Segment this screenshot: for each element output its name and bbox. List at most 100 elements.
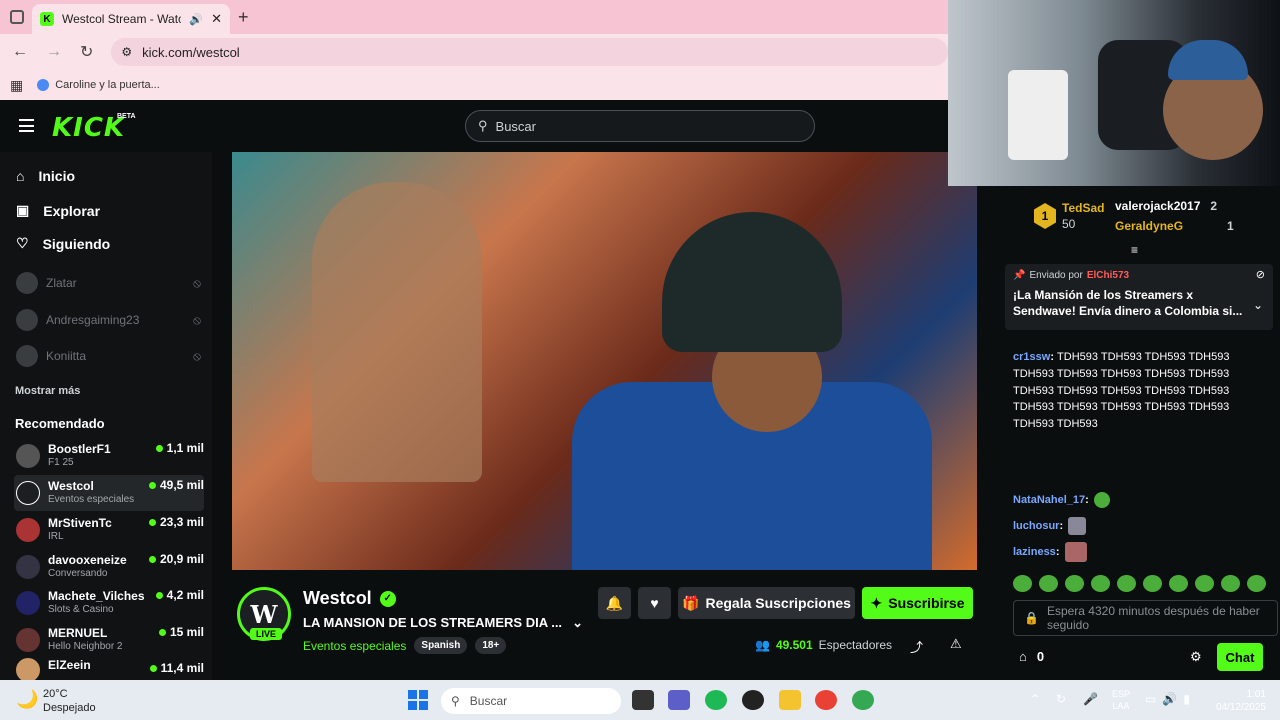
following-item[interactable]: Andresgaiming23 ⦸ [16, 309, 201, 331]
emote-icon[interactable] [1143, 575, 1162, 592]
following-item[interactable]: Zlatar ⦸ [16, 272, 201, 294]
nav-explore[interactable]: ▣ Explorar [16, 202, 100, 219]
pinned-user[interactable]: ElChi573 [1087, 270, 1129, 281]
chat-username[interactable]: NataNahel_17 [1013, 494, 1085, 506]
tag[interactable]: Spanish [414, 637, 468, 654]
share-icon[interactable]: ⤴ [910, 637, 923, 656]
nav-explore-label: Explorar [43, 202, 101, 219]
offline-icon: ⦸ [193, 275, 201, 290]
nav-home[interactable]: ⌂ Inicio [16, 168, 75, 184]
mic-icon[interactable]: 🎤 [1083, 692, 1098, 706]
subscribe-button[interactable]: ✦ Suscribirse [862, 587, 973, 619]
url-field[interactable]: ⚙ kick.com/westcol [111, 38, 948, 66]
browser-tab[interactable]: K Westcol Stream - Watch Liv 🔊 ✕ [32, 4, 230, 34]
pinned-message[interactable]: 📌 Enviado por ElChi573 ¡La Mansión de lo… [1005, 264, 1273, 330]
nav-following[interactable]: ♡ Siguiendo [16, 235, 110, 252]
expand-icon[interactable]: ≡ [1131, 243, 1138, 257]
file-explorer-icon[interactable] [779, 690, 801, 710]
chrome-profile-icon[interactable] [852, 690, 874, 710]
emote-icon[interactable] [1117, 575, 1136, 592]
leaderboard-name[interactable]: TedSad [1062, 200, 1104, 216]
new-tab-button[interactable]: + [238, 7, 249, 28]
emote-icon [1093, 492, 1110, 509]
gift-subs-button[interactable]: 🎁 Regala Suscripciones [678, 587, 855, 619]
gift-subs-label: Regala Suscripciones [705, 595, 851, 611]
chat-username[interactable]: cr1ssw [1013, 351, 1050, 363]
chat-username[interactable]: laziness [1013, 546, 1056, 558]
points-display[interactable]: ⌂ 0 [1019, 649, 1044, 664]
taskbar-search[interactable]: ⚲ Buscar [441, 688, 621, 714]
back-icon[interactable]: ← [12, 43, 28, 61]
hide-icon[interactable]: ⊘ [1256, 268, 1265, 281]
windows-start-icon[interactable] [408, 690, 428, 710]
teams-icon[interactable] [668, 690, 690, 710]
tab-switcher-icon[interactable] [10, 10, 24, 24]
leaderboard-value: 2 [1210, 199, 1218, 213]
video-player[interactable] [232, 152, 977, 570]
stream-title-row: LA MANSION DE LOS STREAMERS DIA ... ⌄ [303, 615, 583, 631]
clock[interactable]: 1:01 04/12/2025 [1212, 688, 1266, 714]
leaderboard-name[interactable]: GeraldyneG [1115, 219, 1183, 233]
chat-username[interactable]: luchosur [1013, 520, 1059, 532]
show-more-link[interactable]: Mostrar más [15, 385, 80, 397]
language-indicator[interactable]: ESP LAA [1112, 688, 1130, 712]
recommended-channel[interactable]: BoostlerF1 F1 25 1,1 mil [14, 438, 204, 474]
site-info-icon[interactable]: ⚙ [121, 45, 132, 59]
chat-send-button[interactable]: Chat [1217, 643, 1263, 671]
kick-logo[interactable]: KICK [52, 113, 125, 143]
viewer-count: 11,4 mil [160, 661, 204, 675]
recommended-channel[interactable]: davooxeneize Conversando 20,9 mil [14, 549, 204, 585]
recommended-channel[interactable]: MrStivenTc IRL 23,3 mil [14, 512, 204, 548]
following-item[interactable]: Koniitta ⦸ [16, 345, 201, 367]
live-dot-icon [148, 481, 156, 489]
notifications-button[interactable]: 🔔 [598, 587, 631, 619]
apps-grid-icon[interactable]: ▦ [10, 77, 23, 94]
emote-icon[interactable] [1013, 575, 1032, 592]
emote-icon[interactable] [1195, 575, 1214, 592]
sync-icon[interactable]: ↻ [1056, 692, 1066, 706]
chrome-icon[interactable] [815, 690, 837, 710]
chevron-down-icon[interactable]: ⌄ [572, 615, 583, 631]
emote-icon[interactable] [1221, 575, 1240, 592]
recommended-channel[interactable]: ElZeein 11,4 mil [14, 658, 204, 680]
leaderboard-name[interactable]: valerojack2017 [1115, 199, 1200, 213]
tray-chevron-icon[interactable]: ⌃ [1030, 692, 1040, 706]
emote-icon[interactable] [1039, 575, 1058, 592]
weather-icon[interactable]: 🌙 [16, 689, 38, 710]
emote-icon[interactable] [1247, 575, 1266, 592]
bookmark-item[interactable]: Caroline y la puerta... [37, 79, 160, 91]
following-name: Zlatar [46, 276, 77, 290]
live-dot-icon [148, 555, 156, 563]
rank-medal-icon: 1 [1034, 203, 1056, 229]
search-input[interactable]: ⚲ Buscar [465, 110, 815, 142]
category-link[interactable]: Eventos especiales [303, 639, 406, 653]
spotify-icon[interactable] [705, 690, 727, 710]
users-icon: 👥 [755, 638, 770, 652]
emote-icon[interactable] [1169, 575, 1188, 592]
speaker-icon[interactable]: 🔊 [189, 13, 203, 26]
recommended-channel[interactable]: MERNUEL Hello Neighbor 2 15 mil [14, 622, 204, 658]
recommended-channel[interactable]: Machete_Vilches Slots & Casino 4,2 mil [14, 585, 204, 621]
stream-title: LA MANSION DE LOS STREAMERS DIA ... [303, 615, 563, 630]
recommended-channel[interactable]: Westcol Eventos especiales 49,5 mil [14, 475, 204, 511]
chevron-down-icon[interactable]: ⌄ [1253, 298, 1263, 312]
tag[interactable]: 18+ [475, 637, 507, 654]
close-tab-icon[interactable]: ✕ [211, 11, 222, 27]
chat-input[interactable]: 🔒 Espera 4320 minutos después de haber s… [1013, 600, 1278, 636]
report-icon[interactable]: ⚠ [950, 636, 962, 652]
follow-button[interactable]: ♥ [638, 587, 671, 619]
app-icon[interactable] [742, 690, 764, 710]
weather-widget[interactable]: 20°C Despejado [43, 687, 96, 715]
live-dot-icon [149, 664, 157, 672]
settings-gear-icon[interactable]: ⚙ [1190, 649, 1202, 665]
system-tray[interactable]: ▭ 🔊 ▮ [1145, 692, 1190, 706]
taskview-icon[interactable] [632, 690, 654, 710]
reload-icon[interactable]: ↻ [80, 42, 93, 62]
emote-icon[interactable] [1091, 575, 1110, 592]
lock-icon: 🔒 [1024, 611, 1039, 625]
menu-icon[interactable] [19, 119, 34, 132]
video-figure [662, 212, 842, 352]
emote-icon[interactable] [1065, 575, 1084, 592]
forward-icon[interactable]: → [46, 43, 62, 61]
channel-name[interactable]: Westcol [303, 588, 372, 609]
